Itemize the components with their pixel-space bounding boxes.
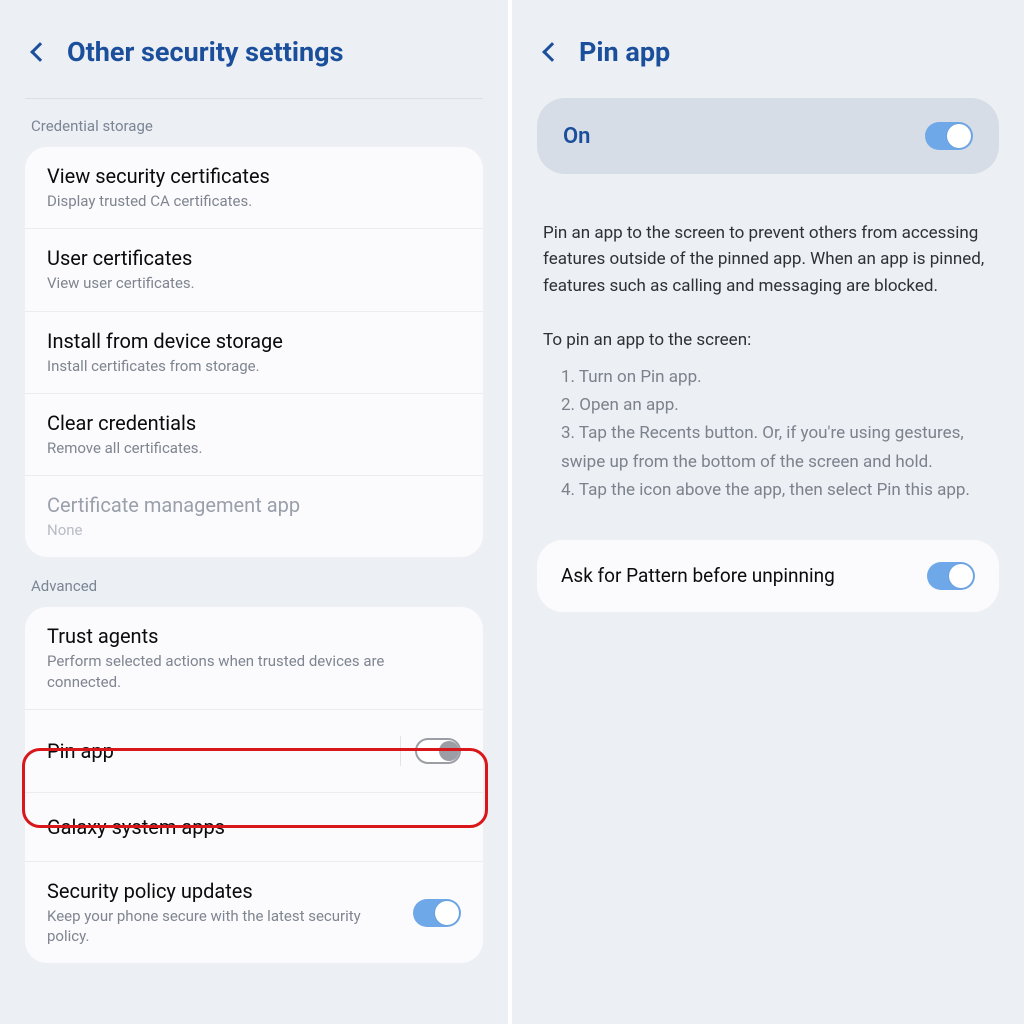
item-title: Security policy updates <box>47 879 403 903</box>
step-4: 4. Tap the icon above the app, then sele… <box>561 476 993 504</box>
item-title: User certificates <box>47 246 461 270</box>
item-sub: Install certificates from storage. <box>47 356 461 376</box>
item-sub: Remove all certificates. <box>47 438 461 458</box>
instructions-heading: To pin an app to the screen: <box>537 327 999 353</box>
toggle-knob <box>949 564 973 588</box>
item-title: Install from device storage <box>47 329 461 353</box>
item-sub: Perform selected actions when trusted de… <box>47 651 461 692</box>
item-pin-app[interactable]: Pin app <box>25 710 483 793</box>
item-title: Clear credentials <box>47 411 461 435</box>
page-title-left: Other security settings <box>67 36 343 68</box>
step-1: 1. Turn on Pin app. <box>561 363 993 391</box>
credential-card: View security certificates Display trust… <box>25 147 483 557</box>
instruction-steps: 1. Turn on Pin app. 2. Open an app. 3. T… <box>537 353 999 503</box>
item-galaxy-system-apps[interactable]: Galaxy system apps <box>25 793 483 862</box>
item-sub: View user certificates. <box>47 273 461 293</box>
toggle-separator <box>400 736 401 766</box>
pin-app-master-toggle[interactable] <box>925 122 973 150</box>
item-trust-agents[interactable]: Trust agents Perform selected actions wh… <box>25 607 483 710</box>
master-toggle-row[interactable]: On <box>537 98 999 174</box>
master-toggle-label: On <box>563 124 590 149</box>
back-icon[interactable] <box>542 42 562 62</box>
section-label-credential: Credential storage <box>25 117 483 147</box>
advanced-card: Trust agents Perform selected actions wh… <box>25 607 483 963</box>
item-security-policy-updates[interactable]: Security policy updates Keep your phone … <box>25 862 483 964</box>
left-header: Other security settings <box>25 0 483 98</box>
step-3: 3. Tap the Recents button. Or, if you're… <box>561 419 993 475</box>
item-title: Galaxy system apps <box>47 815 461 839</box>
item-title: Pin app <box>47 739 386 763</box>
pin-app-toggle[interactable] <box>415 738 461 764</box>
description-text: Pin an app to the screen to prevent othe… <box>537 220 999 299</box>
back-icon[interactable] <box>30 42 50 62</box>
left-pane: Other security settings Credential stora… <box>0 0 512 1024</box>
item-title: View security certificates <box>47 164 461 188</box>
item-certificate-management-app[interactable]: Certificate management app None <box>25 476 483 557</box>
security-policy-toggle[interactable] <box>413 899 461 927</box>
toggle-knob <box>439 741 459 761</box>
item-view-security-certificates[interactable]: View security certificates Display trust… <box>25 147 483 229</box>
item-user-certificates[interactable]: User certificates View user certificates… <box>25 229 483 311</box>
page-title-right: Pin app <box>579 36 670 68</box>
ask-pattern-row[interactable]: Ask for Pattern before unpinning <box>537 540 999 612</box>
step-2: 2. Open an app. <box>561 391 993 419</box>
right-header: Pin app <box>537 0 999 98</box>
item-install-from-storage[interactable]: Install from device storage Install cert… <box>25 312 483 394</box>
toggle-knob <box>435 901 459 925</box>
section-label-advanced: Advanced <box>25 577 483 607</box>
item-sub: None <box>47 520 461 540</box>
header-separator <box>25 98 483 99</box>
item-sub: Display trusted CA certificates. <box>47 191 461 211</box>
item-title: Certificate management app <box>47 493 461 517</box>
item-title: Trust agents <box>47 624 461 648</box>
item-sub: Keep your phone secure with the latest s… <box>47 906 403 947</box>
toggle-knob <box>947 124 971 148</box>
right-pane: Pin app On Pin an app to the screen to p… <box>512 0 1024 1024</box>
item-clear-credentials[interactable]: Clear credentials Remove all certificate… <box>25 394 483 476</box>
ask-pattern-toggle[interactable] <box>927 562 975 590</box>
ask-pattern-label: Ask for Pattern before unpinning <box>561 564 835 587</box>
